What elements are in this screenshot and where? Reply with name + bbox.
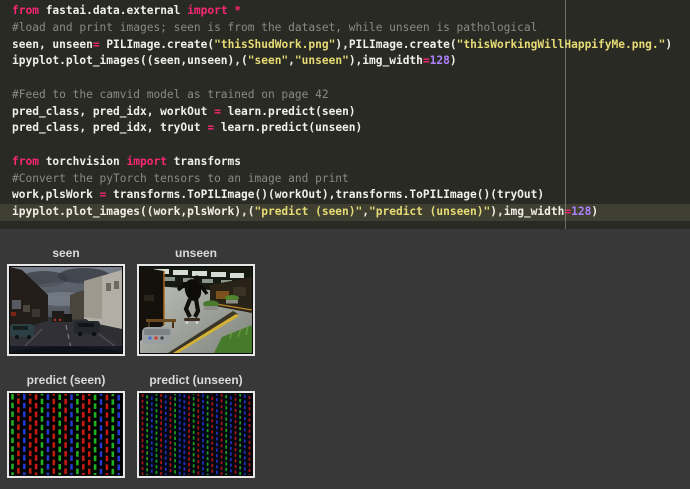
skatepark-scene-illustration <box>140 267 252 353</box>
figure-seen-label: seen <box>7 246 125 261</box>
code-line: work,plsWork = transforms.ToPILImage()(w… <box>0 187 690 204</box>
code-line: ipyplot.plot_images((seen,unseen),("seen… <box>0 53 690 70</box>
predict-seen-noise-pattern <box>10 394 122 475</box>
code-line <box>0 137 690 154</box>
code-line: pred_class, pred_idx, workOut = learn.pr… <box>0 104 690 121</box>
code-line: #Convert the pyTorch tensors to an image… <box>0 171 690 188</box>
figure-predict-seen-label: predict (seen) <box>7 373 125 388</box>
figure-predict-unseen-label: predict (unseen) <box>137 373 255 388</box>
forum-post-screenshot: from fastai.data.external import *#load … <box>0 0 690 489</box>
code-line: #load and print images; seen is from the… <box>0 20 690 37</box>
street-scene-illustration <box>10 267 122 353</box>
code-ruler-line <box>565 0 566 229</box>
predict-seen-image[interactable] <box>7 391 125 478</box>
figure-unseen-label: unseen <box>137 246 255 261</box>
predict-unseen-image[interactable] <box>137 391 255 478</box>
unseen-image[interactable] <box>137 264 255 356</box>
figure-unseen: unseen <box>137 246 255 356</box>
figure-seen: seen <box>7 246 125 356</box>
code-line: from torchvision import transforms <box>0 154 690 171</box>
seen-image[interactable] <box>7 264 125 356</box>
code-line: seen, unseen= PILImage.create("thisShudW… <box>0 37 690 54</box>
code-lines: from fastai.data.external import *#load … <box>0 0 690 221</box>
code-line: pred_class, pred_idx, tryOut = learn.pre… <box>0 120 690 137</box>
figure-predict-seen: predict (seen) <box>7 373 125 478</box>
code-block: from fastai.data.external import *#load … <box>0 0 690 229</box>
code-line: from fastai.data.external import * <box>0 3 690 20</box>
code-line <box>0 70 690 87</box>
code-line: #Feed to the camvid model as trained on … <box>0 87 690 104</box>
figure-predict-unseen: predict (unseen) <box>137 373 255 478</box>
predict-unseen-noise-pattern <box>140 394 252 475</box>
code-line: ipyplot.plot_images((work,plsWork),("pre… <box>0 204 690 221</box>
